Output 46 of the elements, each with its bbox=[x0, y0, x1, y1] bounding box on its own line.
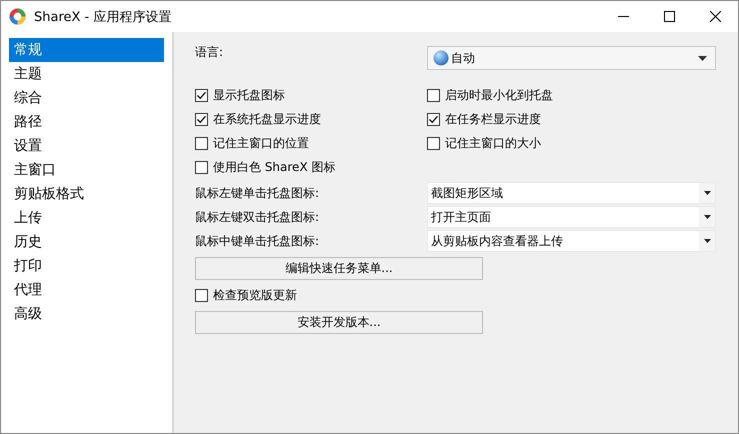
tray-action-label: 鼠标左键单击托盘图标: bbox=[195, 184, 320, 202]
tray-action-dropdown[interactable]: 截图矩形区域 bbox=[427, 182, 716, 204]
checkbox[interactable]: 显示托盘图标 bbox=[195, 86, 427, 105]
sidebar-item[interactable]: 代理 bbox=[9, 278, 164, 302]
checkbox[interactable]: 记住主窗口的位置 bbox=[195, 134, 427, 153]
close-icon bbox=[710, 11, 720, 22]
checkbox-square[interactable] bbox=[195, 89, 208, 102]
checkbox-square[interactable] bbox=[195, 113, 208, 126]
sidebar-item[interactable]: 打印 bbox=[9, 254, 164, 278]
checkbox-square[interactable] bbox=[427, 113, 440, 126]
caret-icon bbox=[704, 215, 710, 219]
sidebar-item[interactable]: 综合 bbox=[9, 86, 164, 110]
checkbox-square[interactable] bbox=[427, 89, 440, 102]
checkbox[interactable]: 在任务栏显示进度 bbox=[427, 110, 716, 129]
language-dropdown[interactable]: 自动 bbox=[427, 46, 716, 70]
sidebar-item[interactable]: 剪贴板格式 bbox=[9, 182, 164, 206]
checkbox[interactable]: 启动时最小化到托盘 bbox=[427, 86, 716, 105]
sidebar-item[interactable]: 设置 bbox=[9, 134, 164, 158]
tray-action-label: 鼠标中键单击托盘图标: bbox=[195, 232, 320, 250]
action-button[interactable]: 编辑快速任务菜单... bbox=[195, 257, 483, 280]
sidebar-item[interactable]: 主窗口 bbox=[9, 158, 164, 182]
checkbox-square[interactable] bbox=[195, 137, 208, 150]
sidebar-item[interactable]: 历史 bbox=[9, 230, 164, 254]
window-title: ShareX - 应用程序设置 bbox=[34, 8, 172, 26]
caret-icon bbox=[704, 239, 710, 243]
sidebar-item[interactable]: 上传 bbox=[9, 206, 164, 230]
checkbox[interactable]: 在系统托盘显示进度 bbox=[195, 110, 427, 129]
sidebar-item[interactable]: 路径 bbox=[9, 110, 164, 134]
sidebar-item[interactable]: 主题 bbox=[9, 62, 164, 86]
checkbox-square[interactable] bbox=[195, 161, 208, 174]
sidebar-item[interactable]: 高级 bbox=[9, 302, 164, 326]
maximize-icon bbox=[664, 11, 674, 22]
checkbox[interactable]: 使用白色 ShareX 图标 bbox=[195, 158, 427, 177]
action-button[interactable]: 安装开发版本... bbox=[195, 311, 483, 334]
caret-icon bbox=[698, 56, 707, 60]
checkbox[interactable]: 记住主窗口的大小 bbox=[427, 134, 716, 153]
tray-action-dropdown[interactable]: 从剪贴板内容查看器上传 bbox=[427, 230, 716, 252]
checkbox-square[interactable] bbox=[427, 137, 440, 150]
tray-action-dropdown[interactable]: 打开主页面 bbox=[427, 206, 716, 228]
sidebar-item[interactable]: 常规 bbox=[9, 38, 164, 62]
language-label: 语言: bbox=[195, 44, 224, 61]
app-logo-icon bbox=[9, 8, 26, 25]
checkbox-square[interactable] bbox=[195, 289, 208, 302]
tray-action-label: 鼠标左键双击托盘图标: bbox=[195, 208, 320, 226]
caret-icon bbox=[704, 191, 710, 195]
checkbox[interactable]: 检查预览版更新 bbox=[195, 286, 716, 305]
